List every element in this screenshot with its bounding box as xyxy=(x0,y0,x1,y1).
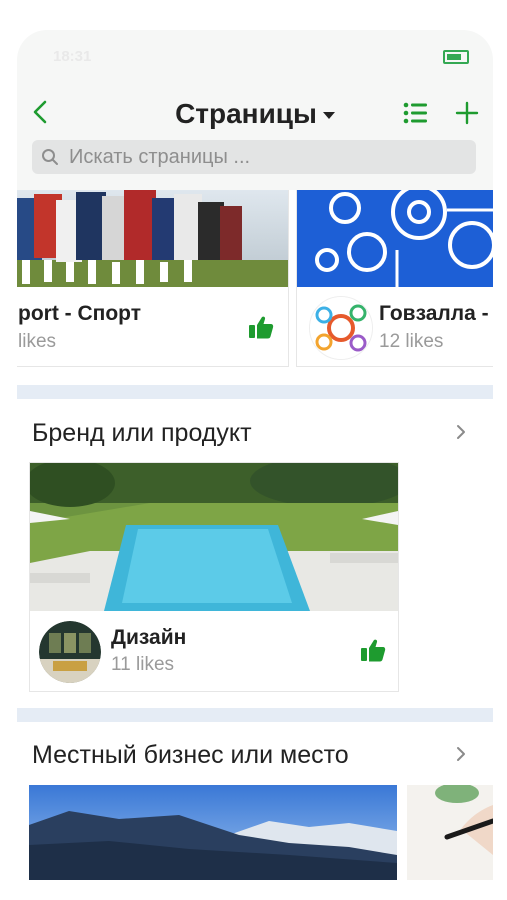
search-bar[interactable] xyxy=(32,140,476,174)
mountain-lake-photo xyxy=(29,785,397,880)
card-title: Говзалла - xyxy=(379,302,489,325)
card-image xyxy=(17,190,288,287)
interior-design-logo xyxy=(39,621,101,683)
pool-villa-photo xyxy=(30,463,398,611)
plus-icon[interactable] xyxy=(455,101,479,125)
thumbs-up-icon[interactable] xyxy=(248,314,274,340)
section-title[interactable]: Местный бизнес или место xyxy=(32,741,349,770)
card-likes: 12 likes xyxy=(379,331,444,352)
section-divider xyxy=(17,708,493,722)
top-bar: 18:31 Страницы xyxy=(17,30,493,190)
card-likes: 11 likes xyxy=(111,654,175,675)
avatar xyxy=(39,621,101,683)
football-players-photo xyxy=(17,190,288,287)
card-image xyxy=(297,190,493,287)
status-icons xyxy=(443,50,469,64)
caret-down-icon xyxy=(322,112,335,120)
search-input[interactable] xyxy=(67,144,451,170)
phone-screen: 18:31 Страницы Искать страницы ... port … xyxy=(17,30,493,900)
card-image xyxy=(30,463,398,611)
page-card[interactable]: port - Спорт likes xyxy=(17,190,289,367)
card-title: Дизайн xyxy=(111,626,187,649)
top-cards-row: port - Спорт likes Говзалла - 12 likes xyxy=(17,190,493,368)
section-divider xyxy=(17,385,493,399)
thumbs-up-icon[interactable] xyxy=(360,637,386,663)
chevron-right-icon[interactable] xyxy=(453,744,469,764)
avatar xyxy=(309,296,373,360)
search-icon xyxy=(42,149,58,165)
card-title: port - Спорт xyxy=(18,302,141,325)
list-icon[interactable] xyxy=(403,101,429,125)
page-title: Страницы xyxy=(175,98,317,129)
hand-writing-photo xyxy=(407,785,493,880)
card-likes: likes xyxy=(18,331,57,352)
page-card[interactable]: Дизайн 11 likes xyxy=(29,462,399,692)
chevron-right-icon[interactable] xyxy=(453,422,469,442)
page-card[interactable]: Говзалла - 12 likes xyxy=(296,190,493,367)
gears-logo xyxy=(310,297,372,359)
status-time: 18:31 xyxy=(53,48,92,65)
section-title[interactable]: Бренд или продукт xyxy=(32,419,252,448)
page-card-image[interactable] xyxy=(407,785,493,880)
page-card-image[interactable] xyxy=(29,785,397,880)
battery-icon xyxy=(443,50,469,64)
blue-gears-illustration xyxy=(297,190,493,287)
